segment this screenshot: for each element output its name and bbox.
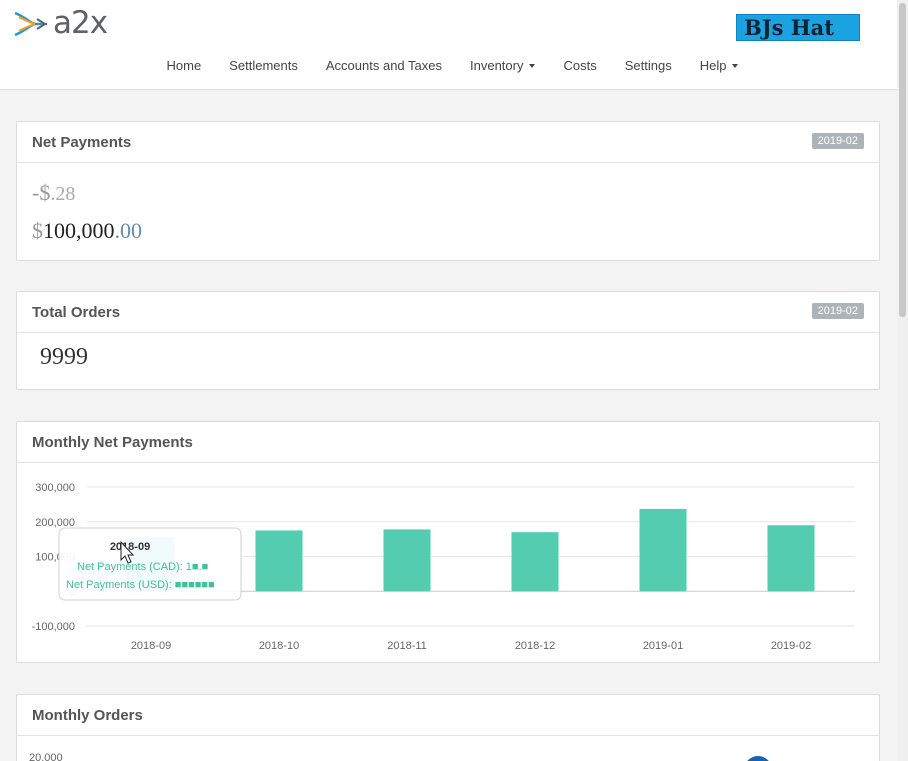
nav-home-label: Home bbox=[166, 58, 202, 73]
panel-title: Net Payments bbox=[32, 134, 132, 151]
monthly-net-payments-panel: Monthly Net Payments 300,000 200,000 100,0… bbox=[16, 421, 880, 663]
currency-symbol: $ bbox=[32, 218, 43, 243]
orders-y-tick: 20,000 bbox=[29, 752, 63, 761]
nav-settings[interactable]: Settings bbox=[625, 58, 672, 73]
amount-decimals: .00 bbox=[114, 218, 143, 243]
nav-costs-label: Costs bbox=[563, 58, 597, 73]
amount-decimals: .28 bbox=[50, 183, 76, 205]
panel-header: Total Orders 2019-02 bbox=[17, 292, 879, 333]
account-switcher[interactable]: BJs Hat bbox=[736, 14, 860, 41]
period-badge: 2019-02 bbox=[811, 133, 864, 149]
y-tick-label: 300,000 bbox=[35, 482, 75, 494]
panel-header: Monthly Net Payments bbox=[17, 422, 879, 463]
panel-header: Monthly Orders bbox=[17, 695, 879, 736]
panel-title: Monthly Net Payments bbox=[32, 434, 193, 451]
brand-name: a2x bbox=[53, 5, 108, 41]
main-nav: Home Settlements Accounts and Taxes Inve… bbox=[0, 58, 897, 73]
net-payment-amount-2: $100,000.00 bbox=[32, 218, 142, 244]
y-tick-label: -100,000 bbox=[32, 621, 75, 633]
page-scrollbar[interactable] bbox=[897, 0, 908, 761]
nav-accounts-and-taxes[interactable]: Accounts and Taxes bbox=[326, 58, 442, 73]
bar bbox=[639, 508, 687, 592]
nav-settings-label: Settings bbox=[624, 58, 672, 73]
panel-title: Total Orders bbox=[32, 304, 121, 321]
net-payment-amount-1: -$.28 bbox=[32, 180, 75, 206]
nav-settlements-label: Settlements bbox=[229, 58, 298, 73]
period-badge: 2019-02 bbox=[811, 303, 864, 319]
nav-inventory-dropdown[interactable]: Inventory bbox=[470, 58, 536, 73]
x-tick-label: 2018-11 bbox=[387, 640, 427, 652]
tooltip-row-usd: Net Payments (USD): ■■■■■■ bbox=[66, 579, 215, 591]
a2x-logo-icon bbox=[14, 11, 47, 36]
x-tick-label: 2018-09 bbox=[131, 640, 171, 652]
monthly-net-payments-chart[interactable]: 300,000200,000100,0000-100,0002018-09201… bbox=[17, 464, 879, 662]
x-tick-label: 2018-12 bbox=[515, 640, 555, 652]
panel-title: Monthly Orders bbox=[32, 707, 143, 724]
nav-costs[interactable]: Costs bbox=[563, 58, 596, 73]
x-tick-label: 2019-02 bbox=[771, 640, 811, 652]
caret-down-icon bbox=[732, 64, 739, 68]
nav-inventory-label: Inventory bbox=[470, 58, 524, 73]
nav-home[interactable]: Home bbox=[167, 58, 202, 73]
bar bbox=[511, 532, 559, 592]
monthly-orders-panel: Monthly Orders 20,000 bbox=[16, 694, 880, 761]
top-navbar: a2x BJs Hat Home Settlements Accounts an… bbox=[0, 0, 897, 90]
nav-accounts-label: Accounts and Taxes bbox=[325, 58, 442, 73]
tooltip-row-cad: Net Payments (CAD): 1■.■ bbox=[77, 561, 208, 573]
amount-value: 100,000 bbox=[43, 218, 115, 243]
panel-header: Net Payments 2019-02 bbox=[17, 122, 879, 163]
bar bbox=[383, 529, 431, 592]
x-tick-label: 2019-01 bbox=[643, 640, 683, 652]
nav-help-label: Help bbox=[699, 58, 727, 73]
brand-logo[interactable]: a2x bbox=[13, 5, 108, 41]
nav-settlements[interactable]: Settlements bbox=[229, 58, 298, 73]
scrollbar-thumb[interactable] bbox=[899, 3, 906, 317]
caret-down-icon bbox=[529, 64, 536, 68]
bar bbox=[767, 525, 815, 592]
y-tick-label: 200,000 bbox=[35, 517, 75, 529]
total-orders-panel: Total Orders 2019-02 9999 bbox=[16, 291, 880, 390]
currency-symbol: -$ bbox=[32, 180, 51, 205]
total-orders-value: 9999 bbox=[40, 344, 88, 370]
net-payments-panel: Net Payments 2019-02 -$.28 $100,000.00 bbox=[16, 121, 880, 261]
x-tick-label: 2018-10 bbox=[259, 640, 299, 652]
bar bbox=[255, 530, 303, 592]
nav-help-dropdown[interactable]: Help bbox=[700, 58, 739, 73]
